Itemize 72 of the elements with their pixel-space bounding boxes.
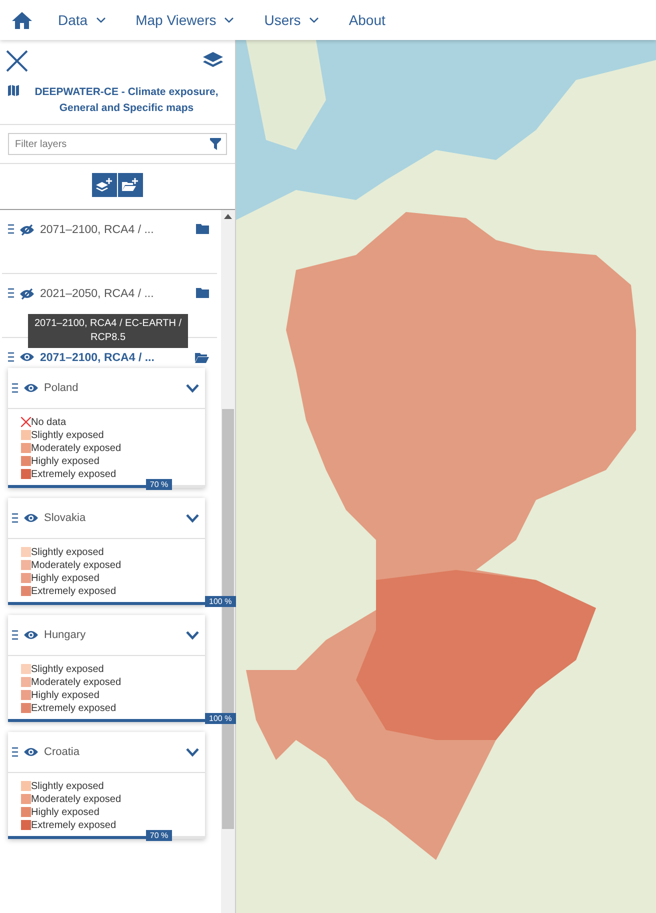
- add-folder-icon: [122, 178, 138, 192]
- nav-link[interactable]: Data: [54, 12, 110, 28]
- eye-icon[interactable]: [24, 513, 38, 523]
- legend-label: Moderately exposed: [31, 442, 122, 454]
- drag-handle-icon[interactable]: [12, 630, 18, 640]
- layer-group-label[interactable]: 2071–2100, RCA4 / ...: [40, 352, 189, 364]
- home-icon[interactable]: [12, 12, 32, 28]
- tooltip: 2071–2100, RCA4 / EC-EARTH / RCP8.5: [28, 314, 188, 348]
- drag-handle-icon[interactable]: [8, 352, 14, 362]
- layer-group-label[interactable]: 2021–2050, RCA4 / ...: [40, 288, 190, 300]
- legend-label: No data: [31, 416, 66, 428]
- legend-label: Highly exposed: [31, 456, 100, 466]
- nav-link[interactable]: Map Viewers: [132, 12, 238, 28]
- panel-title: DEEPWATER-CE - Climate exposure, General and Specific maps: [34, 85, 220, 116]
- layer-name: Hungary: [44, 629, 87, 641]
- scrollbar-thumb[interactable]: [222, 409, 234, 829]
- legend-label: Slightly exposed: [31, 546, 104, 558]
- legend-label: Highly exposed: [31, 806, 100, 818]
- filter-field[interactable]: Filter layers: [8, 133, 227, 155]
- opacity-value: 100 %: [205, 713, 236, 724]
- nav-link[interactable]: About: [344, 12, 390, 28]
- legend-label: Extremely exposed: [31, 820, 116, 830]
- layers-icon[interactable]: [203, 52, 223, 70]
- filter-icon[interactable]: [210, 138, 221, 150]
- chevron-down-icon[interactable]: [186, 630, 199, 640]
- opacity-value: 70 %: [146, 830, 172, 841]
- eye-icon[interactable]: [24, 630, 38, 640]
- legend-label: Moderately exposed: [31, 794, 122, 804]
- add-layer-icon: [96, 178, 112, 192]
- drag-handle-icon[interactable]: [8, 224, 14, 234]
- chevron-down-icon[interactable]: [186, 514, 199, 522]
- add-folder-button[interactable]: [118, 173, 142, 197]
- nav-link[interactable]: Users: [260, 12, 323, 28]
- legend-label: Moderately exposed: [31, 676, 122, 688]
- chevron-down-icon[interactable]: [186, 748, 199, 756]
- open-folder-icon[interactable]: [195, 352, 209, 363]
- add-layer-button[interactable]: [92, 173, 116, 197]
- eye-icon[interactable]: [24, 383, 38, 393]
- legend-label: Slightly exposed: [31, 664, 104, 674]
- eye-slash-icon[interactable]: [20, 224, 34, 236]
- layer-name: Poland: [44, 382, 80, 394]
- drag-handle-icon[interactable]: [12, 747, 18, 757]
- drag-handle-icon[interactable]: [12, 383, 18, 393]
- legend-label: Highly exposed: [31, 690, 100, 700]
- legend-label: Extremely exposed: [31, 702, 116, 714]
- opacity-slider-fill[interactable]: [8, 836, 146, 839]
- cross-icon: [21, 417, 31, 427]
- eye-icon[interactable]: [24, 747, 38, 757]
- opacity-value: 100 %: [205, 596, 236, 607]
- legend-label: Extremely exposed: [31, 586, 116, 596]
- legend-label: Moderately exposed: [31, 560, 122, 570]
- opacity-slider-fill[interactable]: [8, 602, 205, 605]
- drag-handle-icon[interactable]: [8, 288, 14, 298]
- folder-icon[interactable]: [196, 224, 209, 234]
- legend-label: Slightly exposed: [31, 780, 104, 792]
- layer-name: Croatia: [44, 746, 80, 758]
- close-button[interactable]: [6, 50, 28, 72]
- chevron-down-icon[interactable]: [186, 384, 199, 392]
- eye-icon[interactable]: [20, 352, 34, 362]
- folder-icon[interactable]: [196, 288, 209, 298]
- drag-handle-icon[interactable]: [12, 513, 18, 523]
- legend-label: Slightly exposed: [31, 430, 104, 440]
- layer-name: Slovakia: [44, 512, 87, 524]
- layer-group-label[interactable]: 2071–2100, RCA4 / ...: [40, 224, 190, 236]
- scroll-up-icon[interactable]: [224, 214, 232, 219]
- legend-label: Highly exposed: [31, 572, 100, 584]
- map-icon: [8, 84, 19, 96]
- opacity-slider-fill[interactable]: [8, 719, 205, 722]
- legend-label: Extremely exposed: [31, 468, 116, 480]
- eye-slash-icon[interactable]: [20, 288, 34, 300]
- opacity-slider-fill[interactable]: [8, 485, 146, 488]
- opacity-value: 70 %: [146, 479, 172, 490]
